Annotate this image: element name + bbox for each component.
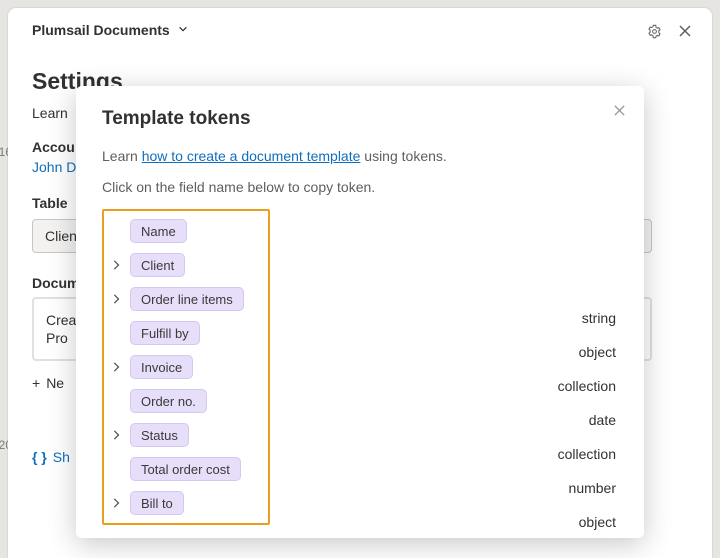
token-pill[interactable]: Client (130, 253, 185, 277)
chevron-right-icon[interactable] (108, 498, 124, 508)
token-type: string (558, 304, 616, 332)
token-type: object (558, 508, 616, 536)
token-pill[interactable]: Order line items (130, 287, 244, 311)
token-row: Total order cost (108, 455, 260, 483)
token-types-column: string object collection date collection numb… (558, 304, 616, 538)
token-row: Invoice (108, 353, 260, 381)
chevron-down-icon (178, 24, 188, 37)
token-type: collection (558, 440, 616, 468)
show-tokens-label: Sh (53, 449, 70, 465)
token-row: Order no. (108, 387, 260, 415)
token-type: collection (558, 372, 616, 400)
token-type: object (558, 338, 616, 366)
brackets-icon: { } (32, 449, 47, 465)
app-title-bar[interactable]: Plumsail Documents (32, 22, 688, 38)
template-tokens-modal: Template tokens Learn how to create a do… (76, 86, 644, 538)
modal-learn-link[interactable]: how to create a document template (142, 148, 361, 164)
add-label: Ne (46, 375, 64, 391)
table-dropdown-value: Clien (45, 228, 77, 244)
app-title: Plumsail Documents (32, 22, 170, 38)
close-icon[interactable] (613, 104, 626, 122)
chevron-right-icon[interactable] (108, 260, 124, 270)
token-pill[interactable]: Status (130, 423, 189, 447)
token-pill[interactable]: Fulfill by (130, 321, 200, 345)
chevron-right-icon[interactable] (108, 430, 124, 440)
token-pill[interactable]: Bill to (130, 491, 184, 515)
token-row: Bill to (108, 489, 260, 517)
token-row: Name (108, 217, 260, 245)
token-type: date (558, 406, 616, 434)
tokens-list: Name Client Order line items Fulfill by Invo… (102, 209, 270, 525)
token-row: Fulfill by (108, 319, 260, 347)
token-type: number (558, 474, 616, 502)
token-pill[interactable]: Total order cost (130, 457, 241, 481)
gear-icon[interactable] (647, 24, 662, 42)
modal-hint: Click on the field name below to copy to… (102, 179, 618, 195)
plus-icon: + (32, 375, 40, 391)
chevron-right-icon[interactable] (108, 362, 124, 372)
token-pill[interactable]: Name (130, 219, 187, 243)
token-pill[interactable]: Order no. (130, 389, 207, 413)
token-pill[interactable]: Invoice (130, 355, 193, 379)
token-row: Status (108, 421, 260, 449)
token-row: Client (108, 251, 260, 279)
modal-description: Learn how to create a document template … (102, 146, 618, 167)
close-icon[interactable] (678, 24, 692, 42)
token-row: Order line items (108, 285, 260, 313)
modal-title: Template tokens (102, 108, 618, 130)
chevron-right-icon[interactable] (108, 294, 124, 304)
